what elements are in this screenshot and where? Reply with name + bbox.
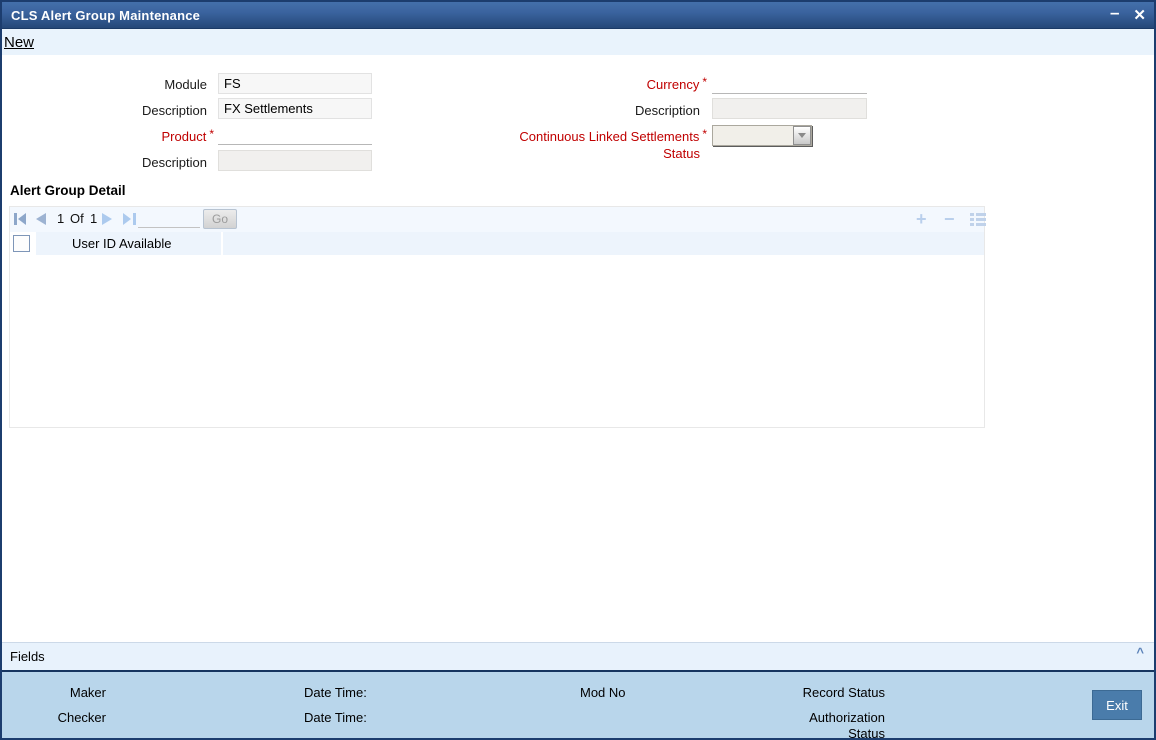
go-button[interactable]: Go [203, 209, 237, 229]
minimize-icon[interactable]: – [1110, 4, 1119, 27]
close-icon[interactable]: ✕ [1133, 8, 1146, 23]
page-of-label: Of [70, 211, 84, 226]
column-header-user-id-available[interactable]: User ID Available [36, 232, 221, 255]
delete-row-icon[interactable]: − [944, 208, 955, 230]
grid-pagination-toolbar: 1 Of 1 Go + − [10, 207, 986, 232]
authorization-status-label: Authorization Status [809, 710, 885, 740]
grid-body-empty[interactable] [10, 255, 984, 427]
product-description-field [218, 150, 372, 171]
exit-button[interactable]: Exit [1092, 690, 1142, 720]
required-asterisk: * [209, 127, 214, 141]
total-pages: 1 [90, 211, 98, 226]
currency-label: Currency * [646, 75, 707, 92]
cls-status-label: Continuous Linked Settlements * [519, 127, 707, 144]
collapse-chevron-icon[interactable]: ^ [1136, 645, 1144, 660]
required-asterisk: * [702, 75, 707, 89]
previous-page-icon[interactable] [36, 213, 47, 225]
next-page-icon[interactable] [102, 213, 113, 225]
select-all-checkbox[interactable] [13, 235, 30, 252]
checker-datetime-label: Date Time: [304, 710, 367, 725]
first-page-icon[interactable] [14, 213, 27, 225]
module-field [218, 73, 372, 94]
single-view-icon[interactable] [970, 213, 986, 226]
add-row-icon[interactable]: + [916, 208, 927, 230]
cls-status-dropdown[interactable] [712, 125, 812, 146]
column-header-filler [223, 232, 984, 255]
record-status-label: Record Status [802, 685, 885, 700]
page-number-input[interactable] [138, 211, 200, 228]
fields-label: Fields [10, 649, 45, 664]
new-action-link[interactable]: New [4, 34, 34, 51]
checker-label: Checker [57, 710, 106, 725]
title-bar: CLS Alert Group Maintenance – ✕ [2, 2, 1154, 29]
module-label: Module [164, 77, 207, 92]
product-label: Product * [161, 127, 214, 144]
currency-description-field [712, 98, 867, 119]
current-page-number: 1 [57, 211, 65, 226]
module-description-field [218, 98, 372, 119]
form-area: Module Description Product* Description … [2, 55, 1154, 642]
fields-section-bar: Fields ^ [2, 642, 1154, 670]
cls-status-label-line2: Status [663, 146, 700, 161]
maker-label: Maker [69, 685, 106, 700]
currency-description-label: Description [634, 103, 700, 118]
dropdown-arrow-icon[interactable] [793, 126, 811, 145]
window-title: CLS Alert Group Maintenance [11, 7, 201, 23]
mod-no-label: Mod No [580, 685, 626, 700]
maker-datetime-label: Date Time: [304, 685, 367, 700]
alert-group-detail-grid: 1 Of 1 Go + − User ID Available [9, 206, 986, 428]
product-field[interactable] [218, 124, 372, 145]
alert-group-detail-heading: Alert Group Detail [10, 183, 126, 198]
required-asterisk: * [702, 127, 707, 141]
grid-header-row: User ID Available [10, 232, 984, 255]
last-page-icon[interactable] [123, 213, 136, 225]
audit-footer: Maker Checker Date Time: Date Time: Mod … [2, 670, 1154, 738]
currency-field[interactable] [712, 73, 867, 94]
product-description-label: Description [141, 155, 207, 170]
cls-alert-group-maintenance-window: CLS Alert Group Maintenance – ✕ New Modu… [0, 0, 1156, 740]
action-menu-bar: New [2, 29, 1154, 55]
module-description-label: Description [141, 103, 207, 118]
